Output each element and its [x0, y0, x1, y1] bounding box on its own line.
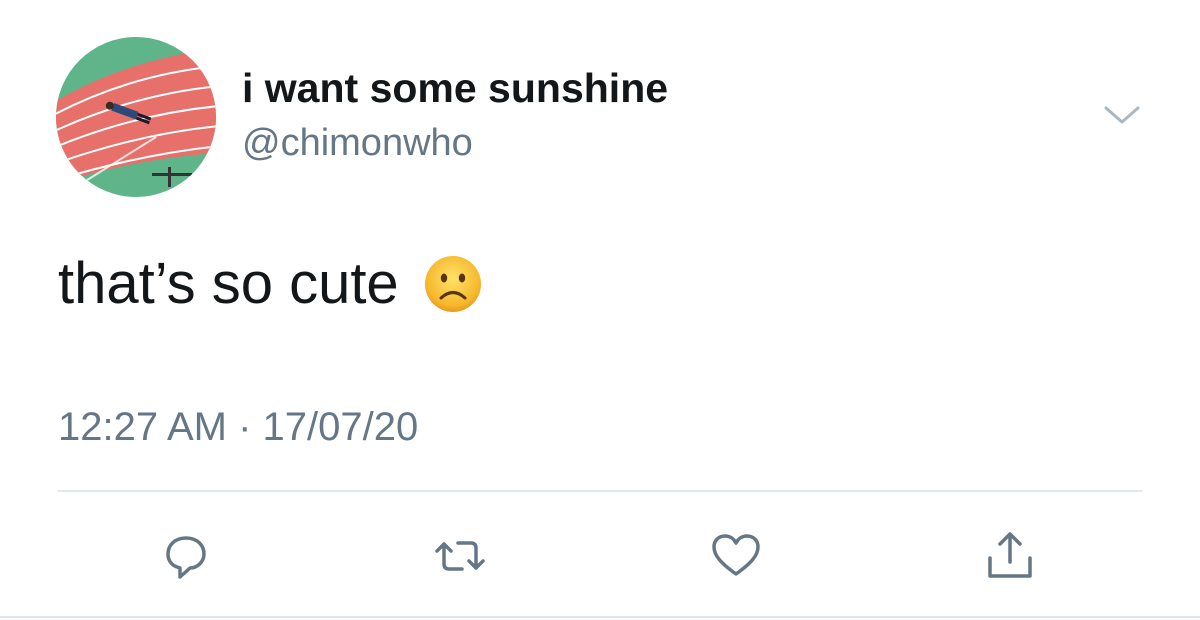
heart-icon [712, 534, 760, 576]
tweet-timestamp[interactable]: 12:27 AM · 17/07/20 [58, 405, 418, 450]
frowning-face-emoji-icon [423, 254, 483, 314]
display-name[interactable]: i want some sunshine [242, 65, 668, 112]
avatar-image [56, 37, 216, 197]
tweet-card: i want some sunshine @chimonwho that’s s… [0, 0, 1200, 620]
retweet-icon [435, 541, 485, 571]
avatar[interactable] [56, 37, 216, 197]
bottom-divider [0, 616, 1200, 618]
tweet-text: that’s so cute [58, 251, 399, 316]
reply-button[interactable] [158, 528, 214, 584]
share-button[interactable] [982, 528, 1038, 584]
tweet-text-container: that’s so cute [58, 250, 483, 317]
retweet-button[interactable] [432, 528, 488, 584]
user-handle[interactable]: @chimonwho [242, 122, 473, 165]
share-icon [988, 532, 1032, 578]
like-button[interactable] [708, 528, 764, 584]
reply-icon [166, 536, 206, 579]
chevron-down-icon[interactable] [1102, 100, 1142, 130]
divider [58, 490, 1142, 492]
